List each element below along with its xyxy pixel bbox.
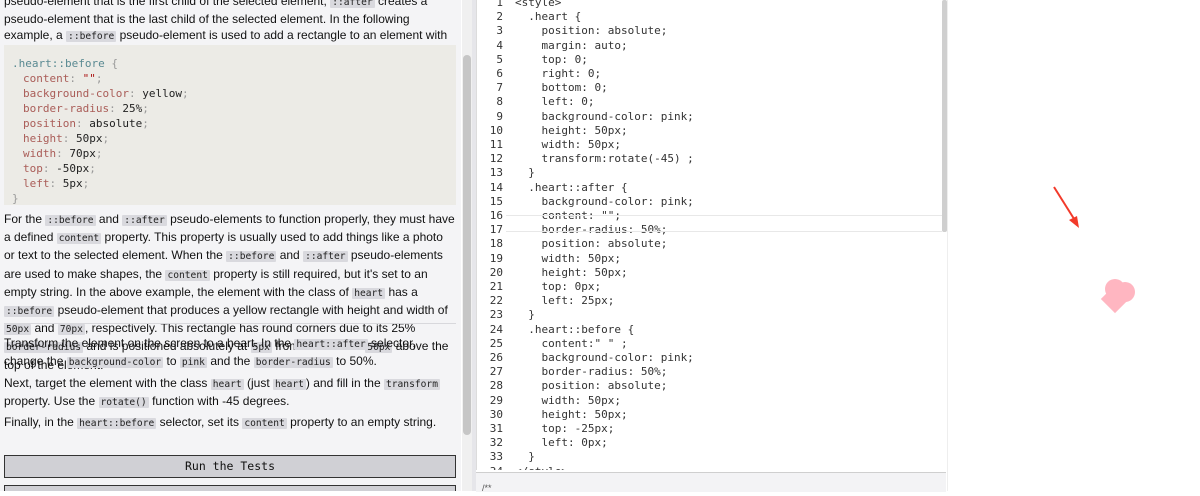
code-line[interactable]: margin: auto; bbox=[515, 39, 627, 52]
line-number: 26 bbox=[489, 351, 503, 364]
scrollbar-thumb[interactable] bbox=[463, 55, 471, 435]
code-line: width: 70px; bbox=[23, 147, 103, 160]
line-number: 19 bbox=[489, 251, 503, 265]
code-line[interactable]: height: 50px; bbox=[515, 266, 627, 279]
code-line[interactable]: </style> bbox=[515, 465, 568, 470]
line-number: 8 bbox=[496, 95, 503, 109]
code-line[interactable]: right: 0; bbox=[515, 67, 601, 80]
divider bbox=[4, 323, 456, 324]
code-line[interactable]: position: absolute; bbox=[515, 24, 667, 37]
code-line: background-color: yellow; bbox=[23, 87, 189, 100]
run-tests-button[interactable]: Run the Tests bbox=[4, 455, 456, 478]
code-line: height: 50px; bbox=[23, 132, 110, 145]
line-number: 4 bbox=[496, 38, 503, 52]
line-number: 11 bbox=[489, 138, 503, 151]
code-line[interactable]: height: 50px; bbox=[515, 124, 627, 137]
preview-panel bbox=[947, 0, 1200, 491]
code-line[interactable]: position: absolute; bbox=[515, 237, 667, 250]
code-line[interactable]: border-radius: 50%; bbox=[515, 365, 667, 378]
code-line: top: -50px; bbox=[23, 162, 96, 175]
code-line[interactable]: top: 0; bbox=[515, 53, 587, 66]
code-line[interactable]: background-color: pink; bbox=[515, 110, 693, 123]
code-line[interactable]: .heart { bbox=[515, 10, 581, 23]
heart-shape bbox=[1100, 279, 1135, 314]
console-panel: /** bbox=[476, 472, 946, 493]
line-number: 21 bbox=[489, 280, 503, 293]
line-number: 3 bbox=[496, 24, 503, 38]
code-line[interactable]: width: 50px; bbox=[515, 394, 620, 407]
line-number: 24 bbox=[489, 322, 503, 336]
code-line[interactable]: width: 50px; bbox=[515, 252, 620, 265]
line-number: 28 bbox=[489, 379, 503, 393]
code-line[interactable]: background-color: pink; bbox=[515, 351, 693, 364]
code-line[interactable]: .heart::after { bbox=[515, 181, 627, 194]
line-number: 18 bbox=[489, 237, 503, 251]
code-line[interactable]: bottom: 0; bbox=[515, 81, 607, 94]
code-line: left: 5px; bbox=[23, 177, 90, 190]
preview-canvas bbox=[1053, 186, 1135, 314]
line-number: 14 bbox=[489, 180, 503, 194]
code-line[interactable]: width: 50px; bbox=[515, 138, 620, 151]
code-line[interactable]: top: 0px; bbox=[515, 280, 601, 293]
line-number: 1 bbox=[496, 0, 503, 9]
code-line[interactable]: height: 50px; bbox=[515, 408, 627, 421]
code-line[interactable]: } bbox=[515, 308, 535, 321]
line-number: 17 bbox=[489, 223, 503, 237]
line-number: 12 bbox=[489, 152, 503, 166]
code-line[interactable]: top: -25px; bbox=[515, 422, 614, 435]
code-line[interactable]: left: 0px; bbox=[515, 436, 607, 449]
code-editor[interactable]: 1 <style> 2 .heart { 3 position: absolute; 4… bbox=[476, 0, 947, 470]
line-number: 34 bbox=[477, 465, 503, 470]
reset-button[interactable] bbox=[4, 485, 456, 491]
line-number: 2 bbox=[496, 10, 503, 24]
code-line: border-radius: 25%; bbox=[23, 102, 149, 115]
line-number: 23 bbox=[489, 308, 503, 322]
code-line[interactable]: } bbox=[515, 450, 535, 463]
code-line[interactable]: background-color: pink; bbox=[515, 195, 693, 208]
instructions-panel: pseudo-element that is the first child o… bbox=[0, 0, 461, 491]
code-line[interactable]: position: absolute; bbox=[515, 379, 667, 392]
line-number: 7 bbox=[496, 81, 503, 95]
code-line[interactable]: left: 25px; bbox=[515, 294, 614, 307]
line-number: 22 bbox=[489, 294, 503, 308]
line-number: 20 bbox=[489, 265, 503, 279]
code-line[interactable]: .heart::before { bbox=[515, 323, 634, 336]
line-number: 25 bbox=[489, 336, 503, 350]
current-line-highlight bbox=[506, 215, 942, 232]
line-number: 31 bbox=[489, 422, 503, 435]
code-line[interactable]: transform:rotate(-45) ; bbox=[515, 152, 693, 165]
line-number: 10 bbox=[489, 123, 503, 137]
code-line: content: ""; bbox=[23, 72, 103, 85]
code-line: position: absolute; bbox=[23, 117, 149, 130]
line-number: 9 bbox=[496, 109, 503, 123]
line-number: 27 bbox=[489, 365, 503, 379]
instructions-scrollbar[interactable] bbox=[462, 0, 472, 491]
example-code-block: .heart::before { content: ""; background… bbox=[4, 45, 456, 205]
code-line[interactable]: left: 0; bbox=[515, 95, 594, 108]
line-number: 6 bbox=[496, 67, 503, 80]
line-number: 5 bbox=[496, 52, 503, 66]
line-number: 13 bbox=[489, 166, 503, 180]
line-number: 33 bbox=[489, 450, 503, 464]
line-number: 29 bbox=[489, 393, 503, 407]
task-paragraph-after: Transform the element on the screen to a… bbox=[4, 336, 416, 369]
red-arrow-annotation bbox=[1053, 186, 1079, 228]
task-paragraph-transform: Next, target the element with the class … bbox=[4, 376, 440, 409]
line-number: 30 bbox=[489, 407, 503, 421]
line-number: 16 bbox=[489, 209, 503, 222]
line-number: 32 bbox=[489, 436, 503, 450]
code-line[interactable]: content:" " ; bbox=[515, 337, 627, 350]
code-line[interactable]: } bbox=[515, 166, 535, 179]
task-paragraph-before: Finally, in the heart::before selector, … bbox=[4, 415, 437, 429]
code-line[interactable]: <style> bbox=[515, 0, 561, 9]
line-number: 15 bbox=[489, 194, 503, 208]
